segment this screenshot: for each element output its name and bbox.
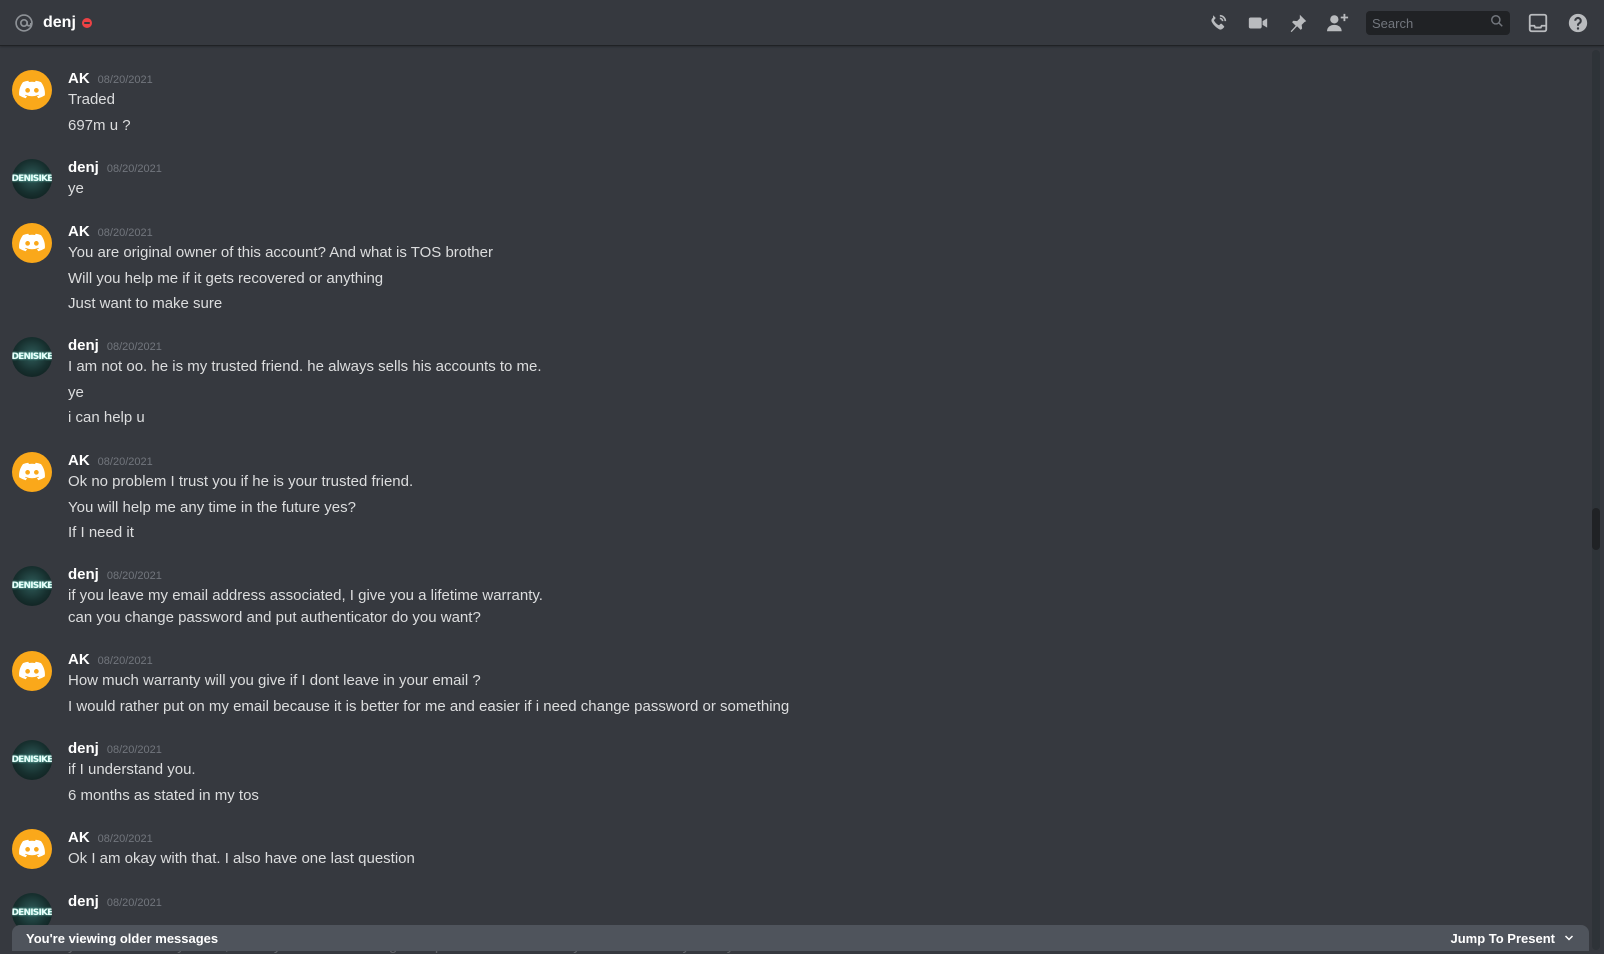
message-text: Will you help me if it gets recovered or… [68,270,384,287]
timestamp: 08/20/2021 [106,163,162,175]
search-input[interactable] [1372,15,1482,31]
avatar-label: DENISIKE [12,352,52,362]
message-header: AK 08/20/2021 [68,829,153,849]
older-messages-label: You're viewing older messages [26,930,219,946]
timestamp: 08/20/2021 [106,897,162,909]
pin-icon[interactable] [1286,11,1310,35]
message-text: 697m u ? [68,117,131,134]
username[interactable]: AK [68,829,90,846]
message-header: AK 08/20/2021 [68,70,153,90]
avatar-label: DENISIKE [12,908,52,918]
message-text: if I understand you. [68,761,196,778]
channel-title: denj [43,13,76,31]
message-text: Just want to make sure [68,295,223,312]
avatar[interactable] [12,651,52,691]
message-text: Ok no problem I trust you if he is your … [68,473,414,490]
message-text: Ok I am okay with that. I also have one … [68,850,415,867]
message-text: I would rather put on my email because i… [68,698,790,715]
scrollbar-thumb[interactable] [1592,508,1600,550]
discord-logo-icon [19,233,45,252]
inbox-icon[interactable] [1526,11,1550,35]
timestamp: 08/20/2021 [97,227,153,239]
message-text: If I need it [68,524,134,541]
message-header: denj 08/20/2021 [68,740,162,760]
message-text: You are original owner of this account? … [68,244,493,261]
timestamp: 08/20/2021 [97,833,153,845]
dnd-status-icon [81,17,92,28]
header-toolbar [1190,0,1604,46]
call-icon[interactable] [1206,11,1230,35]
avatar[interactable] [12,829,52,869]
timestamp: 08/20/2021 [106,570,162,582]
timestamp: 08/20/2021 [106,744,162,756]
timestamp: 08/20/2021 [97,655,153,667]
avatar-label: DENISIKE [12,755,52,765]
add-friend-icon[interactable] [1326,11,1350,35]
timestamp: 08/20/2021 [97,456,153,468]
message-list: AK 08/20/2021 Traded 697m u ? DENISIKE d… [0,46,1590,954]
username[interactable]: denj [68,893,99,910]
message-text: can you change password and put authenti… [68,609,481,626]
avatar[interactable]: DENISIKE [12,337,52,377]
username[interactable]: AK [68,651,90,668]
username[interactable]: denj [68,159,99,176]
avatar[interactable] [12,70,52,110]
search-box[interactable] [1366,11,1510,35]
discord-logo-icon [19,462,45,481]
message-header: denj 08/20/2021 [68,337,162,357]
avatar[interactable] [12,452,52,492]
avatar[interactable]: DENISIKE [12,566,52,606]
older-messages-bar: You're viewing older messages Jump To Pr… [12,925,1589,951]
chevron-down-icon [1563,932,1575,944]
discord-logo-icon [19,839,45,858]
message-text: 6 months as stated in my tos [68,787,259,804]
username[interactable]: denj [68,566,99,583]
timestamp: 08/20/2021 [106,341,162,353]
message-text: I am not oo. he is my trusted friend. he… [68,358,542,375]
username[interactable]: AK [68,70,90,87]
scrollbar-track[interactable] [1592,50,1600,950]
message-text: ye [68,384,84,401]
video-icon[interactable] [1246,11,1270,35]
message-text: Traded [68,91,115,108]
help-icon[interactable] [1566,11,1590,35]
discord-logo-icon [19,661,45,680]
jump-to-present-button[interactable]: Jump To Present [1450,931,1575,946]
avatar[interactable] [12,223,52,263]
dm-window: denj Search AK 08/20/2021 Traded 697m u … [0,0,1604,954]
channel-header: denj [0,0,1604,46]
message-header: AK 08/20/2021 [68,452,153,472]
avatar-label: DENISIKE [12,581,52,591]
message-text: You will help me any time in the future … [68,499,356,516]
message-header: denj 08/20/2021 [68,566,162,586]
search-icon [1490,14,1504,33]
jump-to-present-label: Jump To Present [1450,930,1555,946]
message-text: ye [68,180,84,197]
message-text: i can help u [68,409,145,426]
message-header: denj 08/20/2021 [68,893,162,913]
timestamp: 08/20/2021 [97,74,153,86]
avatar[interactable]: DENISIKE [12,159,52,199]
username[interactable]: denj [68,337,99,354]
username[interactable]: denj [68,740,99,757]
message-text: if you leave my email address associated… [68,587,543,604]
message-header: denj 08/20/2021 [68,159,162,179]
message-header: AK 08/20/2021 [68,223,153,243]
at-icon [13,12,35,34]
avatar-label: DENISIKE [12,174,52,184]
discord-logo-icon [19,80,45,99]
message-text: How much warranty will you give if I don… [68,672,481,689]
username[interactable]: AK [68,223,90,240]
avatar[interactable]: DENISIKE [12,740,52,780]
username[interactable]: AK [68,452,90,469]
message-header: AK 08/20/2021 [68,651,153,671]
